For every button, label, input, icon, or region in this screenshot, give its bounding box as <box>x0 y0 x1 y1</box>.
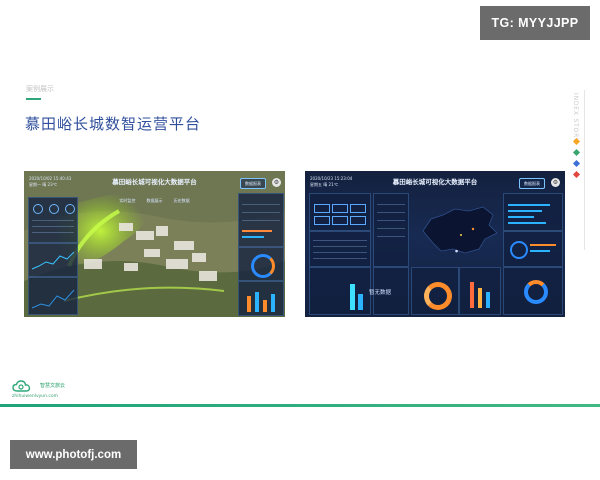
dashboard-screenshot-data: 2020/10/23 15:23:04 星期五 晴 21℃ 慕田峪长城可视化大数… <box>305 171 565 317</box>
site-watermark-badge: www.photofj.com <box>10 440 137 469</box>
red-diamond-icon <box>572 170 581 179</box>
left-gear-icon[interactable]: ⚙ <box>272 178 281 187</box>
left-line-panel <box>28 277 78 315</box>
company-logo: 智慧文旅云 zhihuiwenlvyun.com <box>12 378 65 399</box>
left-screen-tab[interactable]: 数据展示 <box>147 198 163 204</box>
section-tag: 案例展示 <box>26 85 54 93</box>
right-donut-panel <box>503 267 563 315</box>
company-name: 智慧文旅云 <box>40 383 66 389</box>
rank-table-panel <box>309 231 371 267</box>
blue-diamond-icon <box>572 159 581 168</box>
tg-watermark-badge: TG: MYYJJPP <box>480 6 590 40</box>
right-ring-panel-2 <box>503 231 563 267</box>
right-bar-panel <box>238 281 284 316</box>
dashboard-screenshot-3d: 2020/10/02 15:40:43 星期一 晴 23℃ 慕田峪长城可视化大数… <box>24 171 285 317</box>
donut-panel <box>411 267 459 315</box>
company-url: zhihuiwenlvyun.com <box>12 394 59 399</box>
bar-chart-panel <box>309 267 371 315</box>
right-report-button[interactable]: 数据报表 <box>519 178 545 189</box>
left-report-button[interactable]: 数据报表 <box>240 178 266 189</box>
left-screen-tab[interactable]: 实时监控 <box>119 198 135 204</box>
page-title: 慕田峪长城数智运营平台 <box>25 115 202 133</box>
right-gear-icon[interactable]: ⚙ <box>551 178 560 187</box>
section-underline <box>26 98 41 100</box>
map-legend: ● <box>455 249 459 253</box>
green-diamond-icon <box>572 148 581 157</box>
left-stats-panel <box>28 197 78 243</box>
right-list-panel <box>238 193 284 247</box>
overview-panel <box>309 193 371 231</box>
cloud-logo-icon <box>12 380 31 392</box>
footer-divider <box>0 404 600 407</box>
column-panel <box>459 267 501 315</box>
left-screen-tab[interactable]: 历史数据 <box>174 198 190 204</box>
right-ring-panel <box>238 247 284 281</box>
left-chart-panel <box>28 243 78 277</box>
empty-data-label: 暂无数据 <box>369 290 392 296</box>
right-progress-panel <box>503 193 563 231</box>
side-divider <box>584 90 585 250</box>
side-vertical-label: INDEX STORY <box>572 93 579 143</box>
metrics-panel <box>373 193 409 267</box>
